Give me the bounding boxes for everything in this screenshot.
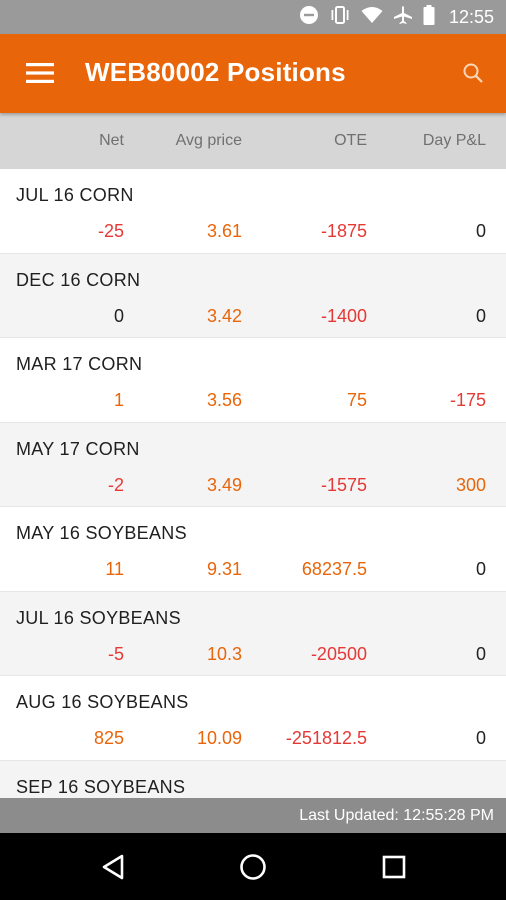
last-updated-text: Last Updated: 12:55:28 PM xyxy=(299,807,494,824)
position-row[interactable]: JUL 16 CORN -25 3.61 -1875 0 xyxy=(0,169,506,254)
app-bar: WEB80002 Positions xyxy=(0,34,506,113)
position-net: 1 xyxy=(113,390,124,410)
position-ote: 75 xyxy=(346,390,367,410)
column-header-ote[interactable]: OTE xyxy=(334,132,367,150)
column-header-day-pnl[interactable]: Day P&L xyxy=(423,132,486,150)
position-day-pnl: 0 xyxy=(475,728,486,748)
position-name: JUL 16 SOYBEANS xyxy=(16,607,181,628)
position-row[interactable]: DEC 16 CORN 0 3.42 -1400 0 xyxy=(0,253,506,338)
position-net: 11 xyxy=(105,559,124,579)
position-day-pnl: -175 xyxy=(449,390,486,410)
position-ote: -251812.5 xyxy=(285,728,367,748)
last-updated-bar: Last Updated: 12:55:28 PM xyxy=(0,798,506,833)
vibrate-icon xyxy=(329,5,351,30)
wifi-icon xyxy=(361,6,383,29)
position-ote: -1875 xyxy=(320,221,367,241)
position-row[interactable]: MAR 17 CORN 1 3.56 75 -175 xyxy=(0,338,506,423)
position-name: SEP 16 SOYBEANS xyxy=(16,776,186,797)
position-net: 825 xyxy=(93,728,124,748)
column-header-net[interactable]: Net xyxy=(99,132,124,150)
position-ote: 68237.5 xyxy=(301,559,367,579)
position-avg-price: 9.31 xyxy=(206,559,242,579)
system-navigation-bar xyxy=(0,833,506,900)
position-day-pnl: 0 xyxy=(475,305,486,326)
position-row[interactable]: AUG 16 SOYBEANS 825 10.09 -251812.5 0 xyxy=(0,676,506,761)
position-name: DEC 16 CORN xyxy=(16,269,141,290)
search-button[interactable] xyxy=(462,62,484,84)
position-net: -2 xyxy=(107,474,124,495)
back-button[interactable] xyxy=(98,851,130,883)
position-net: 0 xyxy=(113,305,124,326)
do-not-disturb-icon xyxy=(299,5,319,30)
position-row[interactable]: SEP 16 SOYBEANS xyxy=(0,760,506,798)
recents-button[interactable] xyxy=(378,851,410,883)
position-day-pnl: 0 xyxy=(475,559,486,579)
position-name: MAY 17 CORN xyxy=(16,438,140,459)
position-net: -5 xyxy=(107,643,124,664)
status-bar: 12:55 xyxy=(0,0,506,34)
position-avg-price: 3.42 xyxy=(206,305,242,326)
position-ote: -1400 xyxy=(320,305,367,326)
position-row[interactable]: MAY 16 SOYBEANS 11 9.31 68237.5 0 xyxy=(0,507,506,592)
column-header-row: Net Avg price OTE Day P&L xyxy=(0,113,506,169)
search-icon xyxy=(463,63,483,83)
column-header-avg-price[interactable]: Avg price xyxy=(176,132,242,150)
menu-button[interactable] xyxy=(26,62,54,84)
recents-icon xyxy=(382,855,406,879)
battery-icon xyxy=(423,4,435,30)
position-day-pnl: 300 xyxy=(455,474,486,495)
position-row[interactable]: JUL 16 SOYBEANS -5 10.3 -20500 0 xyxy=(0,591,506,676)
home-icon xyxy=(240,854,266,880)
position-avg-price: 3.56 xyxy=(206,390,242,410)
status-time: 12:55 xyxy=(448,6,494,27)
status-icons: 12:55 xyxy=(299,0,494,34)
airplane-icon xyxy=(393,5,413,30)
hamburger-menu-icon xyxy=(26,63,54,83)
position-name: MAY 16 SOYBEANS xyxy=(16,523,187,543)
position-name: AUG 16 SOYBEANS xyxy=(16,692,189,712)
back-icon xyxy=(102,854,124,880)
position-net: -25 xyxy=(97,221,124,241)
positions-list[interactable]: JUL 16 CORN -25 3.61 -1875 0 DEC 16 CORN… xyxy=(0,169,506,798)
position-name: MAR 17 CORN xyxy=(16,354,143,374)
position-avg-price: 3.61 xyxy=(206,221,242,241)
position-avg-price: 10.09 xyxy=(196,728,242,748)
position-day-pnl: 0 xyxy=(475,643,486,664)
position-day-pnl: 0 xyxy=(475,221,486,241)
page-title: WEB80002 Positions xyxy=(85,57,346,87)
position-ote: -20500 xyxy=(310,643,367,664)
position-ote: -1575 xyxy=(320,474,367,495)
position-avg-price: 10.3 xyxy=(206,643,242,664)
position-row[interactable]: MAY 17 CORN -2 3.49 -1575 300 xyxy=(0,422,506,507)
position-avg-price: 3.49 xyxy=(206,474,242,495)
position-name: JUL 16 CORN xyxy=(16,185,134,205)
home-button[interactable] xyxy=(237,851,269,883)
